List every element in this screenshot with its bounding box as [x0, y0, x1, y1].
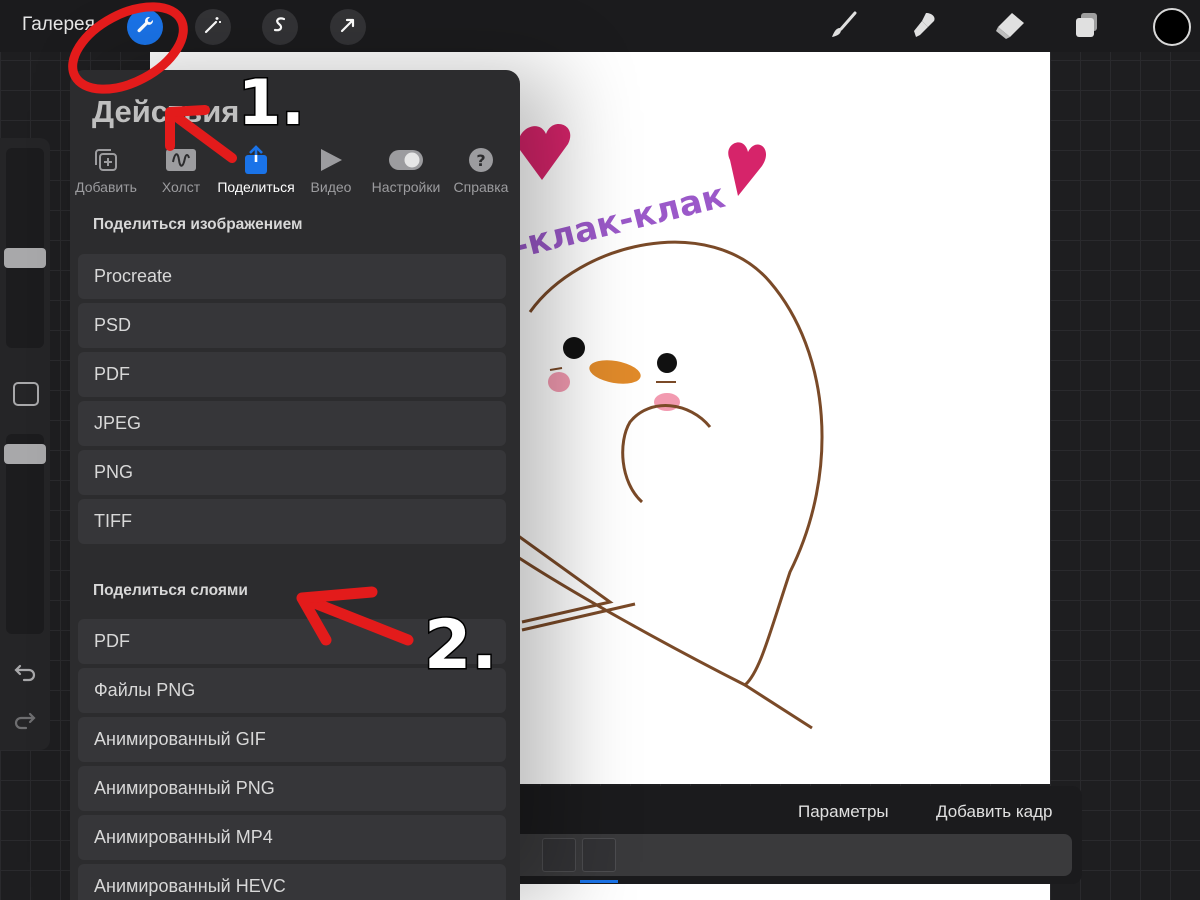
brush-size-slider[interactable]: [4, 148, 46, 348]
add-frame-button[interactable]: Добавить кадр: [936, 802, 1053, 822]
canvas-icon: [165, 148, 197, 177]
tab-help-label: Справка: [453, 179, 509, 195]
share-layers-heading: Поделиться слоями: [93, 582, 248, 599]
brush-size-thumb[interactable]: [4, 248, 46, 268]
share-pdf-item[interactable]: PDF: [78, 352, 506, 397]
step-1-label: 1.: [237, 65, 307, 141]
opacity-slider[interactable]: [4, 434, 46, 634]
tab-help[interactable]: ? Справка: [441, 147, 520, 198]
undo-icon[interactable]: [12, 658, 38, 684]
tab-canvas[interactable]: Холст: [141, 148, 221, 198]
frame-thumbnail[interactable]: [542, 838, 576, 872]
wrench-icon: [135, 15, 155, 40]
transform-icon: [338, 15, 358, 40]
layers-icon: [1071, 9, 1103, 46]
redo-icon[interactable]: [12, 706, 38, 732]
layers-animated-mp4-item[interactable]: Анимированный MP4: [78, 815, 506, 860]
left-sidebar: [0, 138, 50, 750]
tab-video-label: Видео: [310, 179, 352, 195]
layers-animated-hevc-item[interactable]: Анимированный HEVC: [78, 864, 506, 900]
adjustments-button[interactable]: [195, 9, 231, 45]
color-picker-button[interactable]: [1153, 8, 1191, 46]
canvas-handwriting: -клак-клак: [509, 176, 728, 267]
transform-button[interactable]: [330, 9, 366, 45]
tab-video[interactable]: Видео: [291, 148, 371, 198]
help-icon: ?: [468, 147, 494, 178]
actions-button[interactable]: [127, 9, 163, 45]
magic-wand-icon: [203, 15, 223, 40]
layers-animated-png-item[interactable]: Анимированный PNG: [78, 766, 506, 811]
frames-strip[interactable]: [492, 834, 1072, 876]
step-2-label: 2.: [422, 605, 498, 687]
heart-shape-right: [728, 142, 767, 196]
smudge-icon: [908, 9, 940, 46]
layers-animated-gif-item[interactable]: Анимированный GIF: [78, 717, 506, 762]
actions-tabs: Добавить Холст Поделиться Видео Настройк…: [70, 144, 520, 198]
tab-add[interactable]: Добавить: [70, 148, 146, 198]
tab-add-label: Добавить: [75, 179, 137, 195]
share-jpeg-item[interactable]: JPEG: [78, 401, 506, 446]
frame-thumbnail[interactable]: [582, 838, 616, 872]
share-psd-item[interactable]: PSD: [78, 303, 506, 348]
share-image-heading: Поделиться изображением: [93, 216, 303, 233]
timeline-settings-button[interactable]: Параметры: [798, 802, 889, 822]
share-png-item[interactable]: PNG: [78, 450, 506, 495]
share-icon: [243, 144, 269, 180]
share-tiff-item[interactable]: TIFF: [78, 499, 506, 544]
smudge-button[interactable]: [905, 8, 943, 46]
gallery-button[interactable]: Галерея: [22, 14, 95, 36]
tab-settings-label: Настройки: [371, 179, 441, 195]
play-icon: [319, 148, 343, 177]
animation-timeline: Параметры Добавить кадр: [470, 786, 1082, 884]
tab-settings[interactable]: Настройки: [366, 148, 446, 198]
tab-canvas-label: Холст: [161, 179, 201, 195]
layers-button[interactable]: [1068, 8, 1106, 46]
selection-button[interactable]: [262, 9, 298, 45]
tab-share-label: Поделиться: [217, 179, 295, 195]
panel-title: Действия: [92, 94, 240, 129]
brush-icon: [828, 9, 860, 46]
svg-text:?: ?: [476, 151, 485, 170]
tab-share[interactable]: Поделиться: [216, 144, 296, 198]
actions-panel: Действия Добавить Холст Поделиться Видео: [70, 70, 520, 900]
opacity-thumb[interactable]: [4, 444, 46, 464]
eraser-icon: [992, 9, 1026, 46]
selection-icon: [270, 15, 290, 40]
eraser-button[interactable]: [990, 8, 1028, 46]
brush-button[interactable]: [825, 8, 863, 46]
modify-button[interactable]: [13, 382, 39, 406]
top-toolbar: Галерея: [0, 0, 1200, 52]
toggle-icon: [388, 149, 424, 176]
current-frame-indicator: [580, 880, 618, 883]
heart-shape-left: [518, 123, 571, 180]
add-icon: [93, 147, 119, 178]
share-procreate-item[interactable]: Procreate: [78, 254, 506, 299]
